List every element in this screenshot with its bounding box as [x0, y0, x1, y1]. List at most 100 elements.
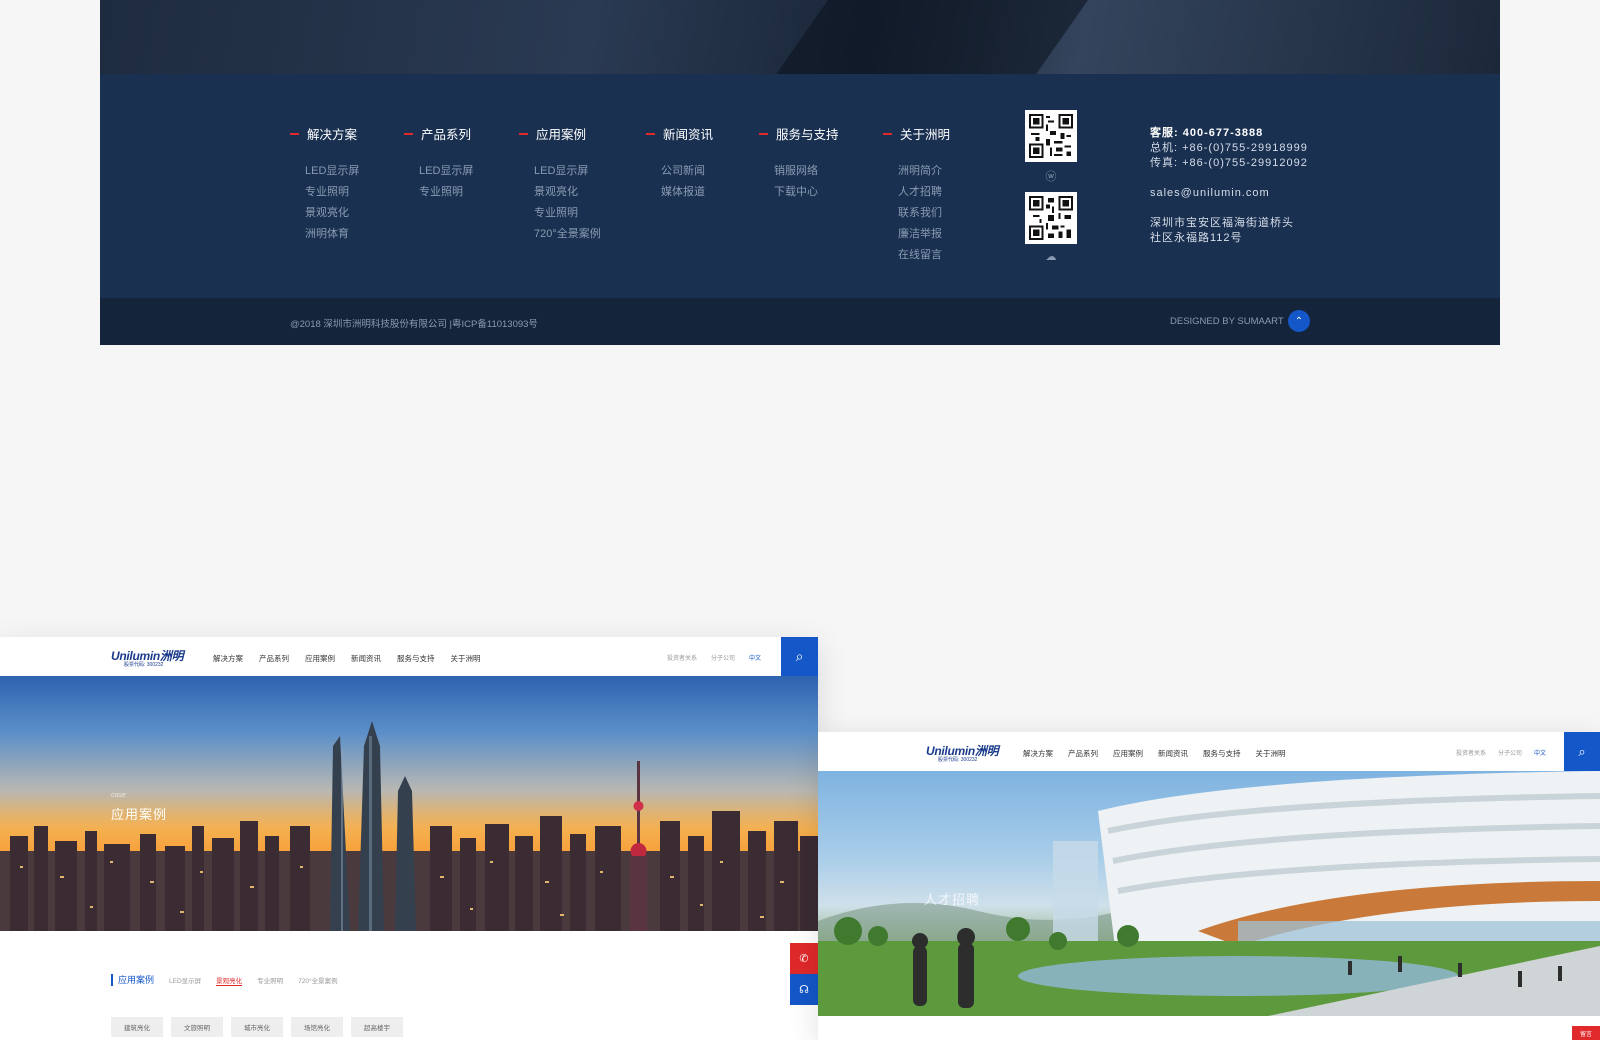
footer-link[interactable]: 媒体报道 [661, 182, 713, 203]
nav-item[interactable]: 关于洲明 [1256, 748, 1286, 759]
back-to-top-button[interactable]: ⌃ [1288, 310, 1310, 332]
copyright-text: @2018 深圳市洲明科技股份有限公司 |粤ICP备11013093号 [290, 319, 538, 330]
site-header: Unilumin洲明 股票代码: 300232 解决方案 产品系列 应用案例 新… [0, 637, 818, 676]
footer-link[interactable]: LED显示屏 [534, 161, 601, 182]
nav-item[interactable]: 服务与支持 [1203, 748, 1241, 759]
nav-item[interactable]: 服务与支持 [397, 653, 435, 664]
footer-link[interactable]: 廉洁举报 [898, 224, 950, 245]
footer-column-about: 关于洲明 洲明简介 人才招聘 联系我们 廉洁举报 在线留言 [883, 124, 950, 266]
hotline-label: 客服: [1150, 127, 1179, 139]
footer-hero-image [100, 0, 1500, 74]
nav-item[interactable]: 新闻资讯 [1158, 748, 1188, 759]
customer-service-button[interactable]: ☊ [790, 974, 818, 1005]
footer-column-service: 服务与支持 销服网络 下载中心 [759, 124, 839, 203]
search-button[interactable]: ⌕ [781, 637, 818, 676]
phone-button[interactable]: ✆ [790, 943, 818, 974]
category-tag[interactable]: 城市亮化 [231, 1017, 283, 1037]
category-tag[interactable]: 建筑亮化 [111, 1017, 163, 1037]
nav-item[interactable]: 应用案例 [1113, 748, 1143, 759]
stock-code: 股票代码: 300232 [124, 662, 164, 668]
contact-email[interactable]: sales@unilumin.com [1150, 186, 1308, 201]
category-tag[interactable]: 超高楼宇 [351, 1017, 403, 1037]
footer-column-title[interactable]: 应用案例 [536, 124, 586, 143]
footer-column-news: 新闻资讯 公司新闻 媒体报道 [646, 124, 713, 203]
floating-contact-buttons: ✆ ☊ [790, 943, 818, 1005]
nav-item[interactable]: 新闻资讯 [351, 653, 381, 664]
footer-link[interactable]: LED显示屏 [419, 161, 473, 182]
footer-link[interactable]: 专业照明 [419, 182, 473, 203]
nav-item[interactable]: 应用案例 [305, 653, 335, 664]
language-switch[interactable]: 中文 [1534, 748, 1546, 757]
search-icon: ⌕ [795, 648, 804, 664]
nav-item[interactable]: 关于洲明 [451, 653, 481, 664]
header-utility-links: 投资者关系 分子公司 中文 [667, 653, 761, 662]
header-utility-links: 投资者关系 分子公司 中文 [1456, 748, 1546, 757]
subnav-tab[interactable]: 专业照明 [257, 975, 283, 985]
subnav-current-section: 应用案例 [111, 974, 154, 986]
search-button[interactable]: ⌕ [1564, 732, 1600, 771]
hero-title: 人才招聘 [924, 892, 981, 907]
wechat-icon[interactable]: ☁ [1025, 250, 1077, 263]
phone-icon: ✆ [799, 953, 809, 965]
footer-link[interactable]: 洲明体育 [305, 224, 359, 245]
footer-link[interactable]: LED显示屏 [305, 161, 359, 182]
cases-hero-banner: case 应用案例 [0, 676, 818, 931]
footer-link[interactable]: 专业照明 [534, 203, 601, 224]
switchboard-number: 总机: +86-(0)755-29918999 [1150, 142, 1308, 154]
footer-link[interactable]: 景观亮化 [534, 182, 601, 203]
subsidiaries-link[interactable]: 分子公司 [1498, 748, 1522, 757]
subnav-tab[interactable]: LED显示屏 [169, 975, 201, 985]
footer-bottom-bar: @2018 深圳市洲明科技股份有限公司 |粤ICP备11013093号 DESI… [100, 298, 1500, 345]
careers-hero-banner: 人才招聘 [818, 771, 1600, 1016]
footer-column-products: 产品系列 LED显示屏 专业照明 [404, 124, 473, 203]
language-switch[interactable]: 中文 [749, 653, 761, 662]
footer-column-title[interactable]: 产品系列 [421, 124, 471, 143]
nav-item[interactable]: 产品系列 [1068, 748, 1098, 759]
hero-english-label: case [111, 792, 126, 799]
footer-link[interactable]: 人才招聘 [898, 182, 950, 203]
chevron-up-icon: ⌃ [1294, 315, 1304, 327]
footer-column-title[interactable]: 新闻资讯 [663, 124, 713, 143]
footer-link[interactable]: 下载中心 [774, 182, 839, 203]
search-icon: ⌕ [1578, 743, 1586, 759]
nav-item[interactable]: 解决方案 [213, 653, 243, 664]
stock-code: 股票代码: 300232 [938, 757, 978, 763]
address-line-2: 社区永福路112号 [1150, 232, 1243, 244]
subsidiaries-link[interactable]: 分子公司 [711, 653, 735, 662]
footer-link[interactable]: 专业照明 [305, 182, 359, 203]
footer-link[interactable]: 洲明简介 [898, 161, 950, 182]
nav-item[interactable]: 产品系列 [259, 653, 289, 664]
footer-link[interactable]: 销服网络 [774, 161, 839, 182]
weibo-icon[interactable]: ⓦ [1025, 168, 1077, 184]
investor-relations-link[interactable]: 投资者关系 [1456, 748, 1486, 757]
footer-link[interactable]: 联系我们 [898, 203, 950, 224]
fax-number: 传真: +86-(0)755-29912092 [1150, 157, 1308, 169]
careers-page-preview: Unilumin洲明 股票代码: 300232 解决方案 产品系列 应用案例 新… [818, 732, 1600, 1040]
footer-column-title[interactable]: 解决方案 [307, 124, 357, 143]
subnav-tab[interactable]: 720°全景案例 [298, 975, 337, 985]
hero-title: 应用案例 [111, 807, 168, 822]
category-tag[interactable]: 文旅照明 [171, 1017, 223, 1037]
subnav-tab-active[interactable]: 景观亮化 [216, 975, 243, 986]
footer-link[interactable]: 公司新闻 [661, 161, 713, 182]
cases-subnav: 应用案例 LED显示屏 景观亮化 专业照明 720°全景案例 [111, 974, 338, 986]
footer-link[interactable]: 景观亮化 [305, 203, 359, 224]
contact-info: 客服: 400-677-3888 总机: +86-(0)755-29918999… [1150, 126, 1308, 246]
site-header: Unilumin洲明 股票代码: 300232 解决方案 产品系列 应用案例 新… [818, 732, 1600, 771]
main-nav: 解决方案 产品系列 应用案例 新闻资讯 服务与支持 关于洲明 [213, 653, 481, 664]
investor-relations-link[interactable]: 投资者关系 [667, 653, 697, 662]
nav-item[interactable]: 解决方案 [1023, 748, 1053, 759]
footer-column-title[interactable]: 服务与支持 [776, 124, 839, 143]
category-tags: 建筑亮化 文旅照明 城市亮化 场馆亮化 超高楼宇 [111, 1017, 403, 1037]
footer-column-cases: 应用案例 LED显示屏 景观亮化 专业照明 720°全景案例 [519, 124, 601, 245]
footer-column-title[interactable]: 关于洲明 [900, 124, 950, 143]
message-button[interactable]: 留言 [1572, 1026, 1600, 1040]
designed-by-text[interactable]: DESIGNED BY SUMAART [1170, 316, 1284, 327]
footer-link[interactable]: 720°全景案例 [534, 224, 601, 245]
footer-column-solutions: 解决方案 LED显示屏 专业照明 景观亮化 洲明体育 [290, 124, 359, 245]
address-line-1: 深圳市宝安区福海街道桥头 [1150, 217, 1294, 229]
category-tag[interactable]: 场馆亮化 [291, 1017, 343, 1037]
wechat-qr-code [1025, 192, 1077, 244]
footer-link[interactable]: 在线留言 [898, 245, 950, 266]
footer-mockup: 解决方案 LED显示屏 专业照明 景观亮化 洲明体育 产品系列 LED显示屏 专… [100, 0, 1500, 345]
